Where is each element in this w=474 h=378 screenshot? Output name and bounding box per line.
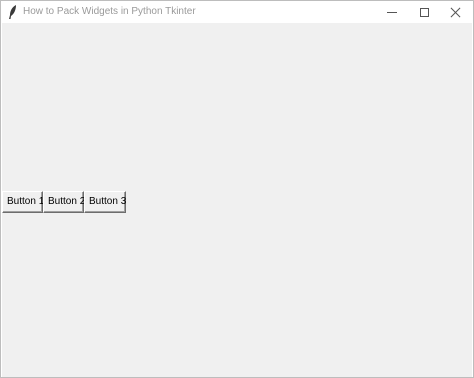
close-button[interactable] (439, 1, 473, 23)
maximize-icon (419, 7, 429, 17)
tk-feather-icon (9, 5, 16, 19)
app-window: How to Pack Widgets in Python Tkinter Bu… (0, 0, 474, 378)
maximize-button[interactable] (407, 1, 441, 23)
window-title: How to Pack Widgets in Python Tkinter (23, 6, 196, 17)
button-1[interactable]: Button 1 (2, 191, 44, 213)
close-icon (451, 7, 461, 17)
button-2[interactable]: Button 2 (43, 191, 85, 213)
minimize-button[interactable] (375, 1, 409, 23)
window-content: Button 1 Button 2 Button 3 (2, 23, 472, 377)
button-3[interactable]: Button 3 (84, 191, 126, 213)
button-row: Button 1 Button 2 Button 3 (2, 191, 126, 213)
minimize-icon (387, 11, 397, 13)
title-bar[interactable]: How to Pack Widgets in Python Tkinter (1, 1, 473, 23)
